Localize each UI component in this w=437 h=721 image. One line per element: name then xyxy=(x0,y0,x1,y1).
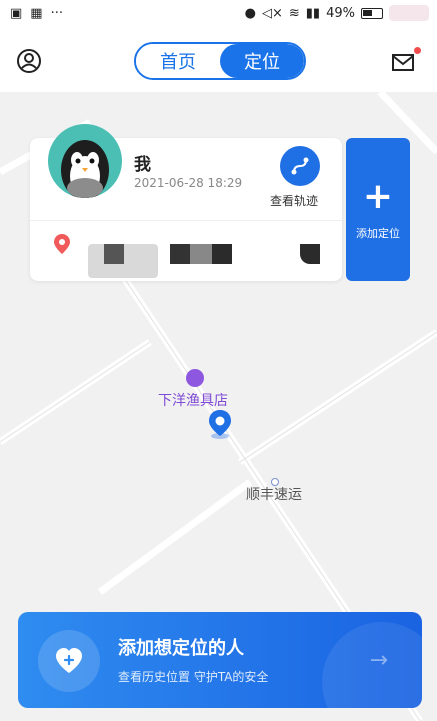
redacted-block xyxy=(170,244,190,264)
banner-subtitle: 查看历史位置 守护TA的安全 xyxy=(118,670,269,684)
location-time: 2021-06-28 18:29 xyxy=(134,176,243,190)
view-track-label[interactable]: 查看轨迹 xyxy=(270,192,318,209)
shop-poi-icon[interactable] xyxy=(186,369,204,387)
redacted-block xyxy=(212,244,232,264)
banner-title: 添加想定位的人 xyxy=(118,638,244,659)
heart-plus-icon xyxy=(38,630,100,692)
mail-icon[interactable] xyxy=(391,47,421,74)
location-status-icon: ● xyxy=(244,5,256,21)
poi-store-label[interactable]: 下洋渔具店 xyxy=(158,390,228,410)
add-location-label: 添加定位 xyxy=(356,226,400,240)
location-card[interactable]: 我 2021-06-28 18:29 查看轨迹 xyxy=(30,124,342,281)
redacted-block xyxy=(190,244,212,264)
battery-icon xyxy=(361,7,383,19)
top-header: 首页 定位 xyxy=(0,30,437,92)
status-left: ▣ ▦ ··· xyxy=(10,6,63,21)
tab-switcher: 首页 定位 xyxy=(134,42,306,80)
penguin-avatar-icon xyxy=(61,140,109,198)
tab-location[interactable]: 定位 xyxy=(220,44,304,78)
redacted-block xyxy=(104,244,124,264)
status-right: ● ◁× ≋ ▮▮ 49% xyxy=(245,5,429,21)
user-location-pin-icon[interactable] xyxy=(207,410,233,440)
poi-express-label[interactable]: 顺丰速运 xyxy=(246,484,302,504)
user-circle-icon[interactable] xyxy=(16,48,42,74)
mute-icon: ◁× xyxy=(261,5,283,21)
more-icon: ··· xyxy=(50,6,63,21)
grid-icon: ▦ xyxy=(30,6,43,21)
location-pin-icon xyxy=(54,234,70,254)
user-name: 我 xyxy=(134,155,151,175)
add-person-banner[interactable]: 添加想定位的人 查看历史位置 守护TA的安全 → xyxy=(18,612,422,708)
avatar[interactable] xyxy=(48,124,122,198)
notification-dot xyxy=(414,47,421,54)
add-location-button[interactable]: + 添加定位 xyxy=(346,138,410,281)
plus-icon: + xyxy=(362,175,394,217)
signal-icon: ▮▮ xyxy=(305,5,321,21)
battery-percent: 49% xyxy=(326,5,355,21)
tab-home[interactable]: 首页 xyxy=(136,44,220,78)
redacted-status xyxy=(389,5,429,21)
route-icon[interactable] xyxy=(280,146,320,186)
card-divider xyxy=(30,220,342,221)
redacted-block xyxy=(300,244,320,264)
gallery-icon: ▣ xyxy=(10,6,23,21)
wifi-icon: ≋ xyxy=(288,5,300,21)
arrow-right-icon: → xyxy=(369,648,388,673)
status-bar: ▣ ▦ ··· ● ◁× ≋ ▮▮ 49% xyxy=(0,0,437,30)
